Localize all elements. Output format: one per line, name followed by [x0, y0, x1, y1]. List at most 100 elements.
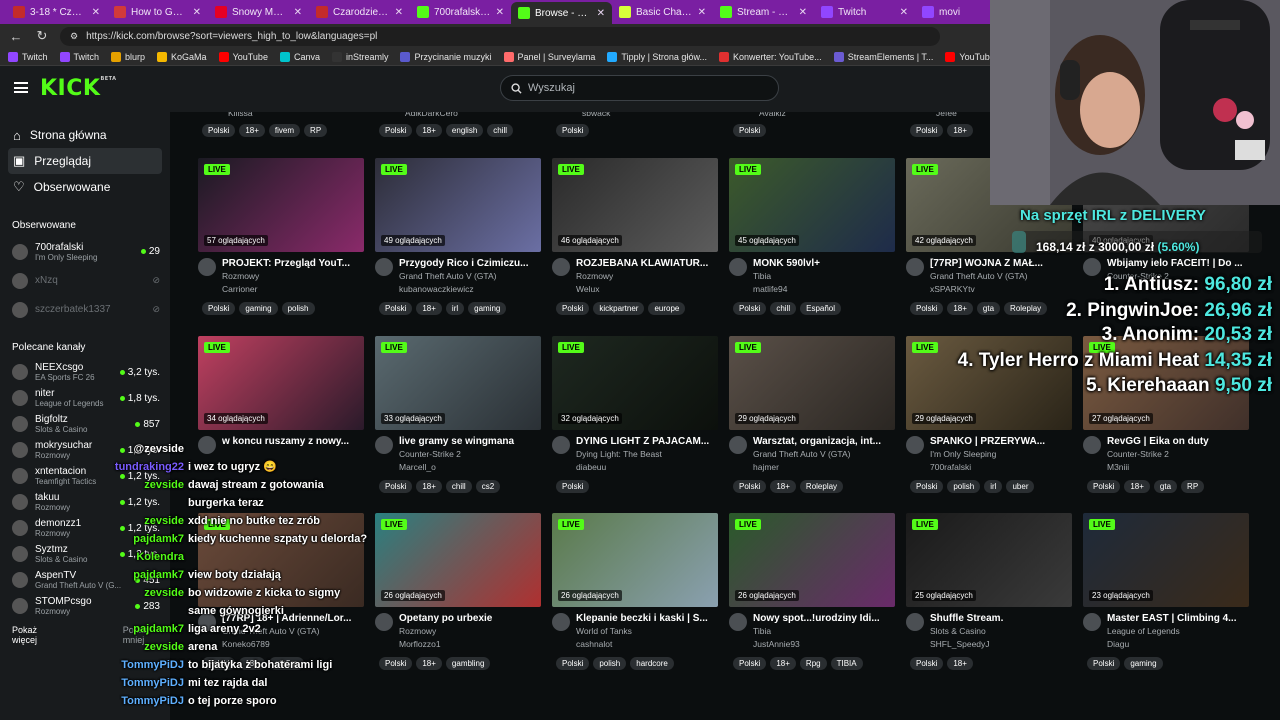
stream-category[interactable]: Tibia	[753, 626, 895, 636]
stream-card[interactable]: LIVE 57 oglądających PROJEKT: Przegląd You…	[198, 158, 364, 315]
browser-tab[interactable]: 700rafalski Strea ✕	[410, 2, 511, 22]
stream-title[interactable]: SPANKO | PRZERYWA...	[930, 436, 1072, 447]
stream-thumbnail[interactable]: LIVE 33 oglądających	[375, 336, 541, 430]
tag[interactable]: 18+	[416, 124, 442, 137]
tag[interactable]: Polski	[910, 480, 944, 493]
tab-close-icon[interactable]: ✕	[294, 7, 302, 18]
stream-thumbnail[interactable]: LIVE 32 oglądających	[552, 336, 718, 430]
avatar[interactable]	[729, 436, 747, 454]
tag[interactable]: Español	[800, 302, 842, 315]
stream-thumbnail[interactable]: LIVE 26 oglądających	[729, 513, 895, 607]
tag[interactable]: 18+	[1124, 480, 1150, 493]
stream-title[interactable]: Przygody Rico i Czimiczu...	[399, 258, 541, 269]
stream-card-partial[interactable]: Avalkiz Polski	[729, 112, 895, 137]
avatar[interactable]	[552, 258, 570, 276]
back-icon[interactable]: ←	[8, 29, 24, 44]
stream-category[interactable]: Grand Theft Auto V (GTA)	[930, 271, 1072, 281]
stream-thumbnail[interactable]: LIVE 34 oglądających	[198, 336, 364, 430]
show-more-button[interactable]: Pokaż więcej	[12, 625, 63, 645]
stream-title[interactable]: PROJEKT: Przegląd YouT...	[222, 258, 364, 269]
avatar[interactable]	[906, 613, 924, 631]
tag[interactable]: Polski	[202, 124, 236, 137]
browser-tab[interactable]: Basic Chat Widg ✕	[612, 2, 713, 22]
streamer-name[interactable]: JustAnnie93	[753, 639, 895, 649]
tag[interactable]: chill	[487, 124, 514, 137]
menu-icon[interactable]	[14, 82, 28, 93]
stream-thumbnail[interactable]: LIVE 45 oglądających	[729, 158, 895, 252]
browser-tab[interactable]: Czarodziejki S04 ✕	[309, 2, 410, 22]
stream-category[interactable]: Rozmowy	[399, 626, 541, 636]
tag[interactable]: chill	[445, 480, 472, 493]
avatar[interactable]	[552, 436, 570, 454]
stream-title[interactable]: Shuffle Stream.	[930, 613, 1072, 624]
sidebar-nav-item[interactable]: ♡ Obserwowane	[8, 174, 162, 200]
tag[interactable]: uber	[1006, 480, 1035, 493]
bookmark-item[interactable]: StreamElements | T...	[833, 51, 933, 62]
sidebar-channel[interactable]: Bigfoltz Slots & Casino 857	[0, 411, 170, 437]
tag[interactable]: Rpg	[799, 657, 827, 670]
bookmark-item[interactable]: Canva	[279, 51, 320, 62]
stream-title[interactable]: Klepanie beczki i kaski | Ś...	[576, 613, 718, 624]
tab-close-icon[interactable]: ✕	[698, 7, 706, 18]
stream-card[interactable]: LIVE 45 oglądających MONK 590lvl+ Tibia matl…	[729, 158, 895, 315]
stream-card[interactable]: LIVE 46 oglądających ROZJEBANA KLAWIATUR..…	[552, 158, 718, 315]
tab-close-icon[interactable]: ✕	[496, 7, 504, 18]
tag[interactable]: Polski	[556, 657, 590, 670]
tag[interactable]: english	[445, 124, 484, 137]
stream-category[interactable]: Slots & Casino	[930, 626, 1072, 636]
tag[interactable]: Polski	[910, 124, 944, 137]
tag[interactable]: 18+	[770, 480, 796, 493]
browser-tab[interactable]: 3-18 * Czarodziej ✕	[6, 2, 107, 22]
tag[interactable]: polish	[593, 657, 627, 670]
stream-card[interactable]: LIVE 25 oglądających Shuffle Stream. Slots …	[906, 513, 1072, 670]
stream-category[interactable]: Rozmowy	[222, 271, 364, 281]
browser-tab[interactable]: Snowy Moon | P ✕	[208, 2, 309, 22]
tag[interactable]: Polski	[733, 657, 767, 670]
tag[interactable]: europe	[648, 302, 686, 315]
tag[interactable]: Polski	[202, 302, 236, 315]
avatar[interactable]	[1083, 436, 1101, 454]
site-info-icon[interactable]: ⚙	[70, 31, 78, 42]
tag[interactable]: kickpartner	[593, 302, 645, 315]
stream-title[interactable]: Wbijamy ielo FACEIT! | Do ...	[1107, 258, 1249, 269]
streamer-name[interactable]: SHFL_SpeedyJ	[930, 639, 1072, 649]
tag[interactable]: RP	[304, 124, 328, 137]
avatar[interactable]	[552, 613, 570, 631]
tag[interactable]: irl	[445, 302, 465, 315]
streamer-name[interactable]: Morflozzo1	[399, 639, 541, 649]
stream-category[interactable]: I'm Only Sleeping	[930, 449, 1072, 459]
stream-title[interactable]: Warsztat, organizacja, int...	[753, 436, 895, 447]
stream-category[interactable]: Counter-Strike 2	[1107, 449, 1249, 459]
tag[interactable]: hardcore	[630, 657, 674, 670]
kick-logo[interactable]: KICKBETA	[40, 76, 117, 101]
tag[interactable]: Roleplay	[1004, 302, 1048, 315]
tag[interactable]: gambling	[445, 657, 491, 670]
streamer-name[interactable]: hajmer	[753, 462, 895, 472]
stream-card[interactable]: LIVE 29 oglądających Warsztat, organizacja…	[729, 336, 895, 493]
tag[interactable]: Polski	[556, 124, 590, 137]
tag[interactable]: 18+	[416, 657, 442, 670]
stream-title[interactable]: DYING LIGHT Z PAJACAM...	[576, 436, 718, 447]
bookmark-item[interactable]: Przycinanie muzyki	[400, 51, 492, 62]
tag[interactable]: Polski	[1087, 480, 1121, 493]
avatar[interactable]	[375, 258, 393, 276]
tag[interactable]: polish	[947, 480, 981, 493]
bookmark-item[interactable]: Konwerter: YouTube...	[718, 51, 822, 62]
avatar[interactable]	[1083, 613, 1101, 631]
stream-title[interactable]: Master EAST | Climbing 4...	[1107, 613, 1249, 624]
stream-title[interactable]: live gramy se wingmana	[399, 436, 541, 447]
avatar[interactable]	[1083, 258, 1101, 276]
stream-category[interactable]: World of Tanks	[576, 626, 718, 636]
tag[interactable]: 18+	[239, 124, 265, 137]
stream-title[interactable]: [77RP] WOJNA Z MAŁ...	[930, 258, 1072, 269]
tag[interactable]: Polski	[733, 302, 767, 315]
bookmark-item[interactable]: Twitch	[8, 51, 48, 62]
stream-category[interactable]: Grand Theft Auto V (GTA)	[399, 271, 541, 281]
sidebar-channel[interactable]: NEEXcsgo EA Sports FC 26 3,2 tys.	[0, 359, 170, 385]
streamer-name[interactable]: matlife94	[753, 284, 895, 294]
tag[interactable]: Polski	[379, 124, 413, 137]
streamer-name[interactable]: Marcell_o	[399, 462, 541, 472]
stream-title[interactable]: Opetany po urbexie	[399, 613, 541, 624]
stream-card[interactable]: LIVE 49 oglądających Przygody Rico i Czimi…	[375, 158, 541, 315]
stream-card[interactable]: LIVE 34 oglądających w koncu ruszamy z now…	[198, 336, 364, 454]
